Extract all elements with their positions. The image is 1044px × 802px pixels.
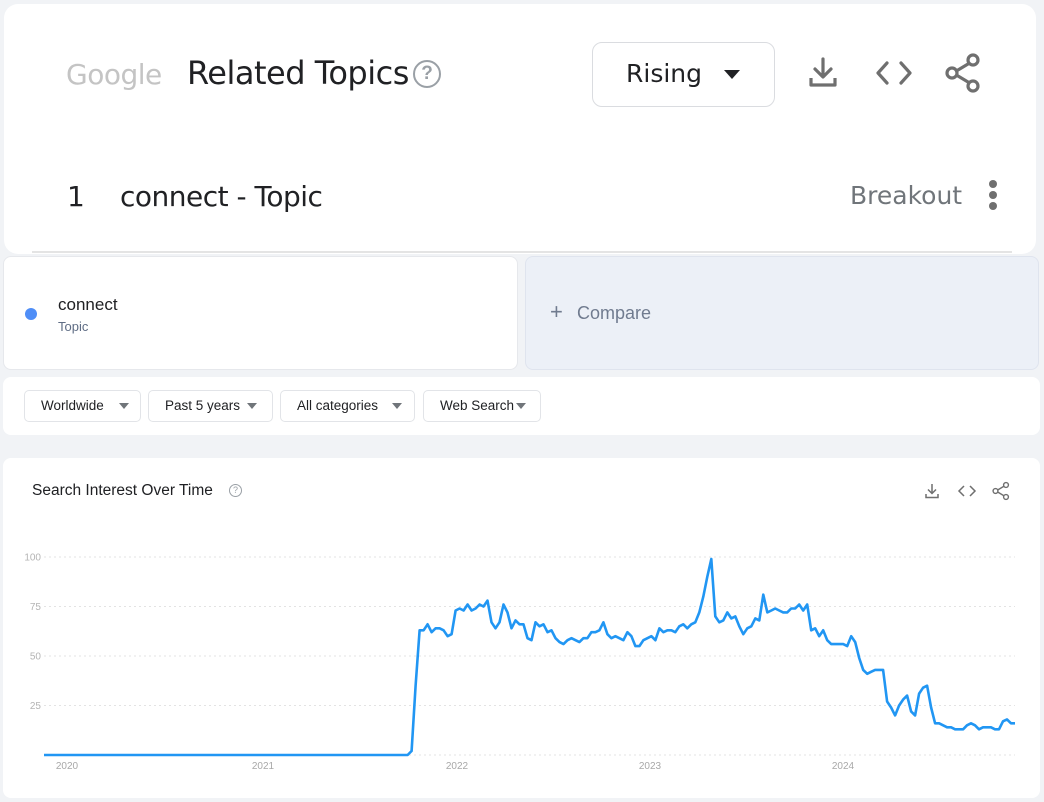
x-axis-ticks: 2020 2021 2022 2023 2024 <box>56 761 855 772</box>
chart-gridlines <box>44 556 1015 756</box>
y-axis-ticks: 25 50 75 100 <box>24 553 41 713</box>
y-tick-label: 25 <box>30 701 42 712</box>
y-tick-label: 100 <box>24 553 41 564</box>
x-tick-label: 2020 <box>56 761 79 772</box>
y-tick-label: 75 <box>30 602 42 613</box>
x-tick-label: 2024 <box>832 761 855 772</box>
series-line-connect[interactable] <box>44 557 1015 757</box>
line-chart: 25 50 75 100 2020 2021 2022 2023 2024 <box>24 553 1015 772</box>
x-tick-label: 2022 <box>446 761 469 772</box>
y-tick-label: 50 <box>30 652 42 663</box>
x-tick-label: 2023 <box>639 761 662 772</box>
x-tick-label: 2021 <box>252 761 275 772</box>
